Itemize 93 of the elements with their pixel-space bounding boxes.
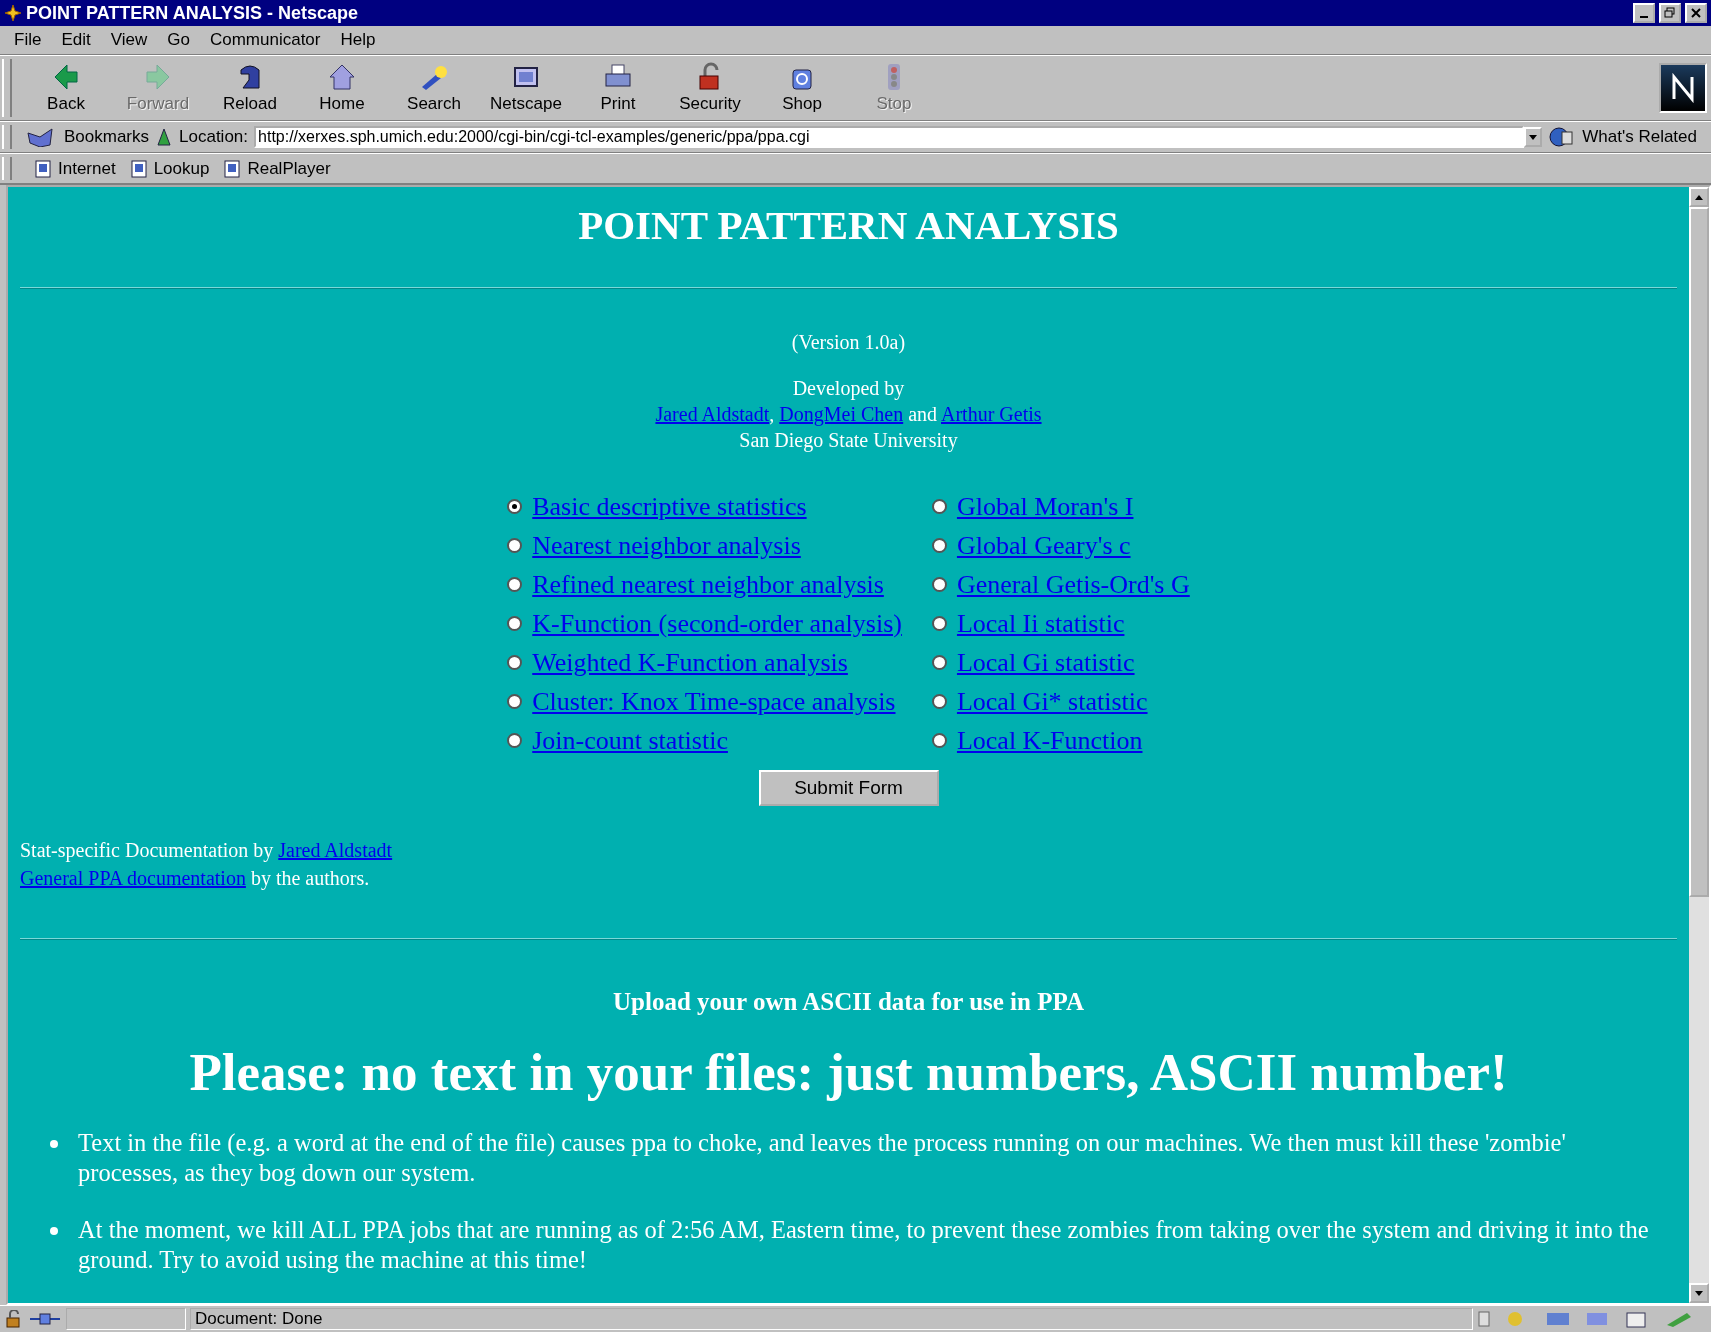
radio-button[interactable]: [507, 694, 523, 709]
radio-button[interactable]: [931, 499, 947, 514]
page-title: POINT PATTERN ANALYSIS: [577, 201, 1120, 249]
radio-button[interactable]: [931, 655, 947, 670]
arrow-up-icon: [1695, 194, 1703, 200]
option-link[interactable]: Local Ii statistic: [956, 608, 1125, 639]
plug-icon: [28, 1310, 62, 1328]
toolbar-button[interactable]: Reload: [204, 58, 296, 118]
dropdown-button[interactable]: [1524, 127, 1543, 147]
grip-handle[interactable]: [2, 59, 12, 117]
option-link[interactable]: Refined nearest neighbor analysis: [532, 569, 884, 600]
toolbar-button[interactable]: Security: [664, 58, 756, 118]
warning-heading: Please: no text in your files: just numbers, ASCII number!: [188, 1042, 1509, 1102]
scrollbar-thumb[interactable]: [1689, 207, 1709, 897]
link[interactable]: Arthur Getis: [941, 403, 1042, 425]
option-link[interactable]: General Getis-Ord's G: [956, 569, 1190, 600]
radio-button[interactable]: [931, 577, 947, 592]
arrow-down-icon: [1695, 1290, 1703, 1296]
radio-button[interactable]: [507, 499, 523, 514]
toolbar-button[interactable]: Shop: [756, 58, 848, 118]
home-icon: [327, 62, 357, 92]
text: ,: [769, 403, 775, 425]
bullet-icon: [50, 1227, 58, 1235]
radio-button[interactable]: [507, 733, 523, 748]
whats-related-button[interactable]: What's Related: [1582, 127, 1697, 147]
radio-button[interactable]: [507, 655, 523, 670]
page-icon: [34, 159, 52, 178]
option-link[interactable]: Cluster: Knox Time-space analysis: [532, 686, 896, 717]
text: by the authors.: [250, 867, 370, 889]
restore-icon: [1664, 7, 1676, 19]
logo: [1659, 63, 1707, 113]
scroll-up-button[interactable]: [1689, 187, 1709, 207]
url-field[interactable]: http://xerxes.sph.umich.edu:2000/cgi-bin/cgi-tcl-examples/generic/ppa/ppa.cgi: [254, 126, 1525, 148]
menu-item[interactable]: Help: [332, 28, 384, 52]
option-link[interactable]: Local K-Function: [956, 725, 1143, 756]
upload-heading: Upload your own ASCII data for use in PPA: [612, 988, 1085, 1016]
radio-button[interactable]: [931, 733, 947, 748]
option-link[interactable]: Basic descriptive statistics: [532, 491, 807, 522]
bullet-text: Text in the file (e.g. a word at the end of the file) causes ppa to choke, and leaves the process running on our machines. We then must kill these 'zombie' processes, as they bog down our system.: [78, 1128, 1567, 1188]
location-label: Location:: [179, 127, 249, 147]
link[interactable]: Jared Aldstadt: [278, 839, 393, 861]
status-text: Document: Done: [195, 1309, 323, 1329]
radio-button[interactable]: [931, 616, 947, 631]
link[interactable]: DongMei Chen: [779, 403, 904, 425]
option-link[interactable]: Local Gi* statistic: [956, 686, 1148, 717]
menu-item[interactable]: Communicator: [201, 28, 329, 52]
developed-by-text: Developed by: [791, 376, 906, 401]
option-link[interactable]: Global Geary's c: [956, 530, 1131, 561]
toolbar-button[interactable]: Print: [572, 58, 664, 118]
toolbar-button[interactable]: Back: [20, 58, 112, 118]
text: and: [908, 403, 938, 425]
option-link[interactable]: Global Moran's I: [956, 491, 1134, 522]
option-link[interactable]: Weighted K-Function analysis: [532, 647, 848, 678]
personal-toolbar-button[interactable]: Internet: [34, 158, 116, 179]
menu-item[interactable]: View: [102, 28, 156, 52]
text: Stat-specific Documentation by: [20, 839, 274, 861]
app-icon: [4, 4, 22, 22]
bookmarks-button[interactable]: Bookmarks: [64, 127, 150, 147]
toolbar-button[interactable]: Search: [388, 58, 480, 118]
grip-handle[interactable]: [2, 157, 12, 180]
option-link[interactable]: Join-count statistic: [532, 725, 728, 756]
close-icon: [1691, 8, 1701, 18]
bullet-icon: [50, 1140, 58, 1148]
minimize-icon: [1640, 16, 1648, 18]
page-icon: [223, 159, 242, 178]
personal-toolbar-button[interactable]: Lookup: [129, 158, 210, 179]
window-title: POINT PATTERN ANALYSIS - Netscape: [26, 2, 360, 24]
toolbar-button[interactable]: Netscape: [480, 58, 572, 118]
radio-button[interactable]: [507, 538, 523, 553]
bullet-text: At the moment, we kill ALL PPA jobs that are running as of 2:56 AM, Eastern time, to prevent these zombies from taking over the system and driving it into the ground. Try to avoid using the machine at this time!: [78, 1215, 1650, 1275]
scroll-down-button[interactable]: [1689, 1283, 1709, 1303]
minimize-button[interactable]: [1633, 3, 1655, 23]
option-link[interactable]: Nearest neighbor analysis: [532, 530, 801, 561]
radio-button[interactable]: [931, 694, 947, 709]
link[interactable]: General PPA documentation: [20, 867, 246, 889]
menu-item[interactable]: Go: [159, 28, 198, 52]
page-icon: [129, 159, 148, 178]
menu-item[interactable]: File: [6, 28, 50, 52]
close-button[interactable]: [1685, 3, 1707, 23]
radio-button[interactable]: [507, 616, 523, 631]
submit-button[interactable]: Submit Form: [758, 770, 939, 806]
version-text: (Version 1.0a): [790, 330, 907, 355]
menu-item[interactable]: Edit: [53, 28, 99, 52]
radio-button[interactable]: [931, 538, 947, 553]
toolbar-button[interactable]: Home: [296, 58, 388, 118]
option-link[interactable]: K-Function (second-order analysis): [532, 608, 902, 639]
radio-button[interactable]: [507, 577, 523, 592]
grip-handle[interactable]: [2, 125, 12, 149]
caret-icon: [1529, 134, 1538, 140]
restore-button[interactable]: [1659, 3, 1681, 23]
personal-toolbar-button[interactable]: RealPlayer: [223, 158, 331, 179]
option-link[interactable]: Local Gi statistic: [956, 647, 1135, 678]
affiliation-text: San Diego State University: [738, 428, 959, 453]
